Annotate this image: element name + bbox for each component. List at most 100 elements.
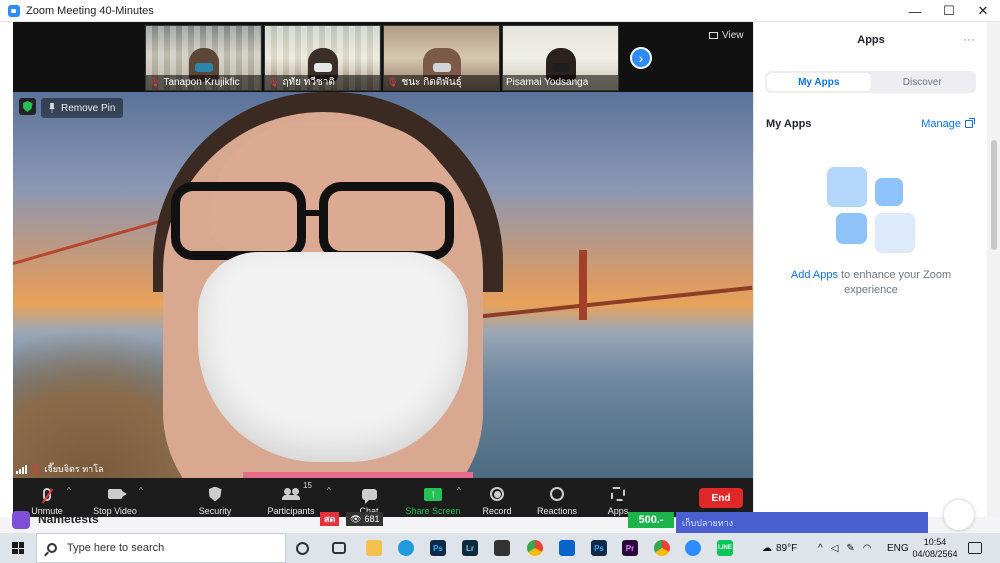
muted-microphone-icon <box>43 487 51 501</box>
tab-discover[interactable]: Discover <box>871 73 975 91</box>
speaker-icon[interactable]: ◁ <box>831 543 839 554</box>
empty-apps-text: to enhance your Zoom <box>837 269 952 281</box>
input-language[interactable]: ENG <box>887 533 909 563</box>
weather-temp: 89°F <box>776 542 798 554</box>
muted-mic-icon: 🎙 <box>30 463 42 474</box>
cloud-icon: ☁ <box>762 542 772 554</box>
bridge-tower <box>579 250 587 320</box>
speaker-namebar: 🎙 เจี๊ยบจิตร ทาโล <box>16 462 104 476</box>
apps-panel-title: Apps <box>857 34 885 46</box>
lightroom-icon[interactable]: Lr <box>462 540 478 556</box>
chevron-up-icon[interactable]: ^ <box>818 543 823 554</box>
record-button[interactable]: Record <box>479 480 515 516</box>
security-button[interactable]: Security <box>193 480 237 516</box>
participant-thumbnail[interactable]: 🎙 ฤทัย ทวีชาติ <box>264 25 381 91</box>
share-screen-button[interactable]: ↑ Share Screen <box>404 480 462 516</box>
reactions-button[interactable]: Reactions <box>535 480 579 516</box>
pen-icon[interactable]: ✎ <box>846 543 854 554</box>
file-explorer-icon[interactable] <box>366 540 382 556</box>
manage-link[interactable]: Manage <box>921 118 975 130</box>
clock-time: 10:54 <box>923 537 947 547</box>
video-camera-icon <box>108 489 127 499</box>
window-controls: — ☐ ✕ <box>898 0 1000 22</box>
stop-video-button[interactable]: Stop Video <box>91 480 139 516</box>
notification-center-icon[interactable] <box>968 542 982 554</box>
participant-strip: 🎙 Tanapon Krujikfic 🎙 ฤทัย ทวีชาติ 🎙 ชนะ… <box>13 22 753 92</box>
premiere-icon[interactable]: Pr <box>622 540 638 556</box>
line-icon[interactable]: LINE <box>717 540 733 556</box>
participants-options-caret[interactable]: ^ <box>327 486 331 495</box>
speaker-face-mask <box>198 252 468 462</box>
participants-icon <box>282 488 300 500</box>
cortana-icon[interactable] <box>296 542 309 555</box>
add-apps-link[interactable]: Add Apps <box>791 269 838 281</box>
view-button[interactable]: View <box>709 30 744 41</box>
zoom-taskbar-icon[interactable] <box>685 540 701 556</box>
minimize-button[interactable]: — <box>898 0 932 22</box>
apps-icon <box>611 487 625 501</box>
scrollbar-thumb[interactable] <box>991 140 997 250</box>
audio-options-caret[interactable]: ^ <box>67 486 71 495</box>
maximize-button[interactable]: ☐ <box>932 0 966 22</box>
background-scrollbar[interactable] <box>987 22 1000 517</box>
apps-tab-switcher: My Apps Discover <box>765 71 976 93</box>
floating-circle-button[interactable] <box>944 500 974 530</box>
participant-thumbnail[interactable]: 🎙 Tanapon Krujikfic <box>145 25 262 91</box>
apps-illustration-tile <box>875 178 903 206</box>
security-shield-icon <box>208 486 222 502</box>
apps-illustration-tile <box>827 167 867 207</box>
video-options-caret[interactable]: ^ <box>139 486 143 495</box>
window-title: Zoom Meeting 40-Minutes <box>26 4 154 17</box>
share-screen-icon: ↑ <box>424 487 442 501</box>
smiley-plus-icon <box>550 487 564 501</box>
mail-icon[interactable] <box>559 540 575 556</box>
store-icon[interactable] <box>494 540 510 556</box>
security-label: Security <box>198 506 232 516</box>
background-banner: เก็บปลายทาง <box>676 512 928 534</box>
chat-button[interactable]: Chat <box>353 480 385 516</box>
face-mask <box>432 63 451 72</box>
edge-icon[interactable] <box>398 540 414 556</box>
chrome-2-icon[interactable] <box>654 540 670 556</box>
face-mask <box>551 63 570 72</box>
task-view-icon[interactable] <box>332 542 346 554</box>
pin-icon <box>49 103 55 113</box>
end-meeting-button[interactable]: End <box>699 488 743 508</box>
close-button[interactable]: ✕ <box>966 0 1000 22</box>
weather-widget[interactable]: ☁ 89°F <box>762 533 797 563</box>
remove-pin-label: Remove Pin <box>61 102 116 114</box>
participants-label: Participants <box>267 506 315 516</box>
encryption-shield-icon[interactable] <box>19 98 36 115</box>
apps-button[interactable]: Apps <box>603 480 633 516</box>
participant-thumbnail[interactable]: 🎙 ชนะ กิตติพันธุ์ <box>383 25 500 91</box>
taskbar-search[interactable]: Type here to search <box>36 533 286 563</box>
wifi-icon[interactable]: ◠ <box>863 543 872 554</box>
signal-strength-icon <box>16 464 27 474</box>
apps-illustration-tile <box>836 213 867 244</box>
unmute-button[interactable]: Unmute <box>27 480 67 516</box>
remove-pin-button[interactable]: Remove Pin <box>41 98 124 118</box>
zoom-logo-icon <box>8 4 20 17</box>
viewer-count: 681 <box>364 514 380 524</box>
viewer-count-badge: 👁 681 <box>346 512 384 526</box>
photoshop-2-icon[interactable]: Ps <box>591 540 607 556</box>
live-badge: สด <box>320 512 340 526</box>
tab-my-apps[interactable]: My Apps <box>767 73 871 91</box>
photoshop-icon[interactable]: Ps <box>430 540 446 556</box>
chat-bubble-icon <box>361 488 377 504</box>
share-options-caret[interactable]: ^ <box>457 486 461 495</box>
more-options-icon[interactable]: ··· <box>963 32 975 46</box>
next-page-arrow-icon[interactable]: › <box>630 47 652 69</box>
external-link-icon <box>965 118 975 128</box>
participant-count: 15 <box>303 481 312 490</box>
zoom-window: Zoom Meeting 40-Minutes — ☐ ✕ 🎙 Tanapon … <box>0 0 1000 517</box>
chrome-icon[interactable] <box>527 540 543 556</box>
search-icon <box>47 543 57 553</box>
system-clock[interactable]: 10:54 04/08/2564 <box>910 536 960 560</box>
windows-logo-icon <box>12 542 24 554</box>
participant-thumbnail[interactable]: Pisamai Yodsanga <box>502 25 619 91</box>
apps-label: Apps <box>607 506 629 516</box>
nametests-logo-icon <box>12 511 30 529</box>
start-button[interactable] <box>0 533 36 563</box>
speaker-name: เจี๊ยบจิตร ทาโล <box>44 464 104 474</box>
